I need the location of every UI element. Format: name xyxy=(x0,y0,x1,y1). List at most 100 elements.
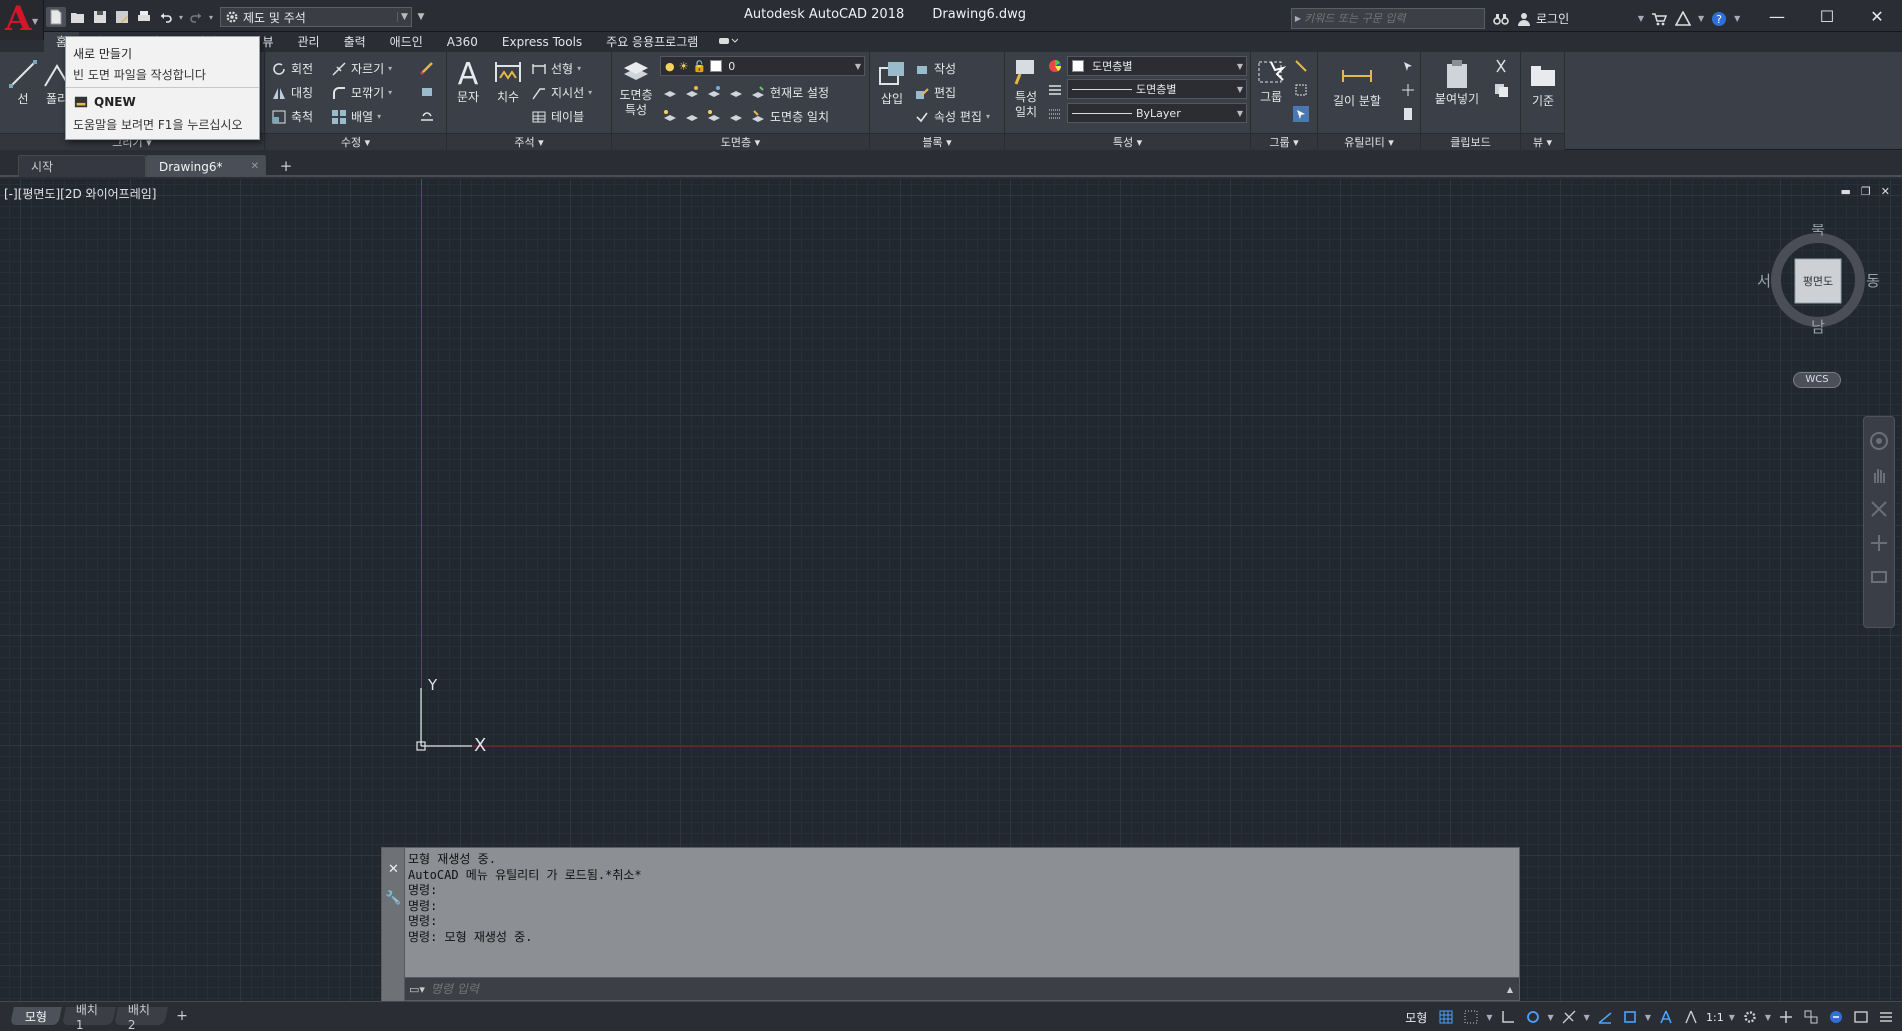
orbit-icon[interactable] xyxy=(1869,533,1889,553)
layer-tool-7[interactable] xyxy=(706,108,722,124)
layout-tab-layout2[interactable]: 배치2 xyxy=(114,1003,168,1031)
store-button[interactable] xyxy=(1650,10,1668,28)
viewport-minimize-button[interactable]: ▬ xyxy=(1841,185,1851,198)
steering-wheel-icon[interactable] xyxy=(1869,431,1889,451)
viewport-controls[interactable]: [-][평면도][2D 와이어프레임] xyxy=(4,185,156,202)
measure-button[interactable]: 길이 분할 xyxy=(1322,60,1392,109)
paste-button[interactable]: 붙여넣기 xyxy=(1429,58,1485,107)
pan-hand-icon[interactable] xyxy=(1869,465,1889,485)
clean-screen-button[interactable] xyxy=(1851,1007,1871,1027)
layer-tool-5[interactable] xyxy=(662,108,678,124)
grid-button[interactable] xyxy=(1436,1007,1456,1027)
rotate-button[interactable]: 회전 xyxy=(271,60,313,77)
application-menu-button[interactable]: A ▼ xyxy=(0,0,44,40)
ortho-button[interactable] xyxy=(1498,1007,1518,1027)
layer-tool-2[interactable] xyxy=(684,84,700,100)
tab-drawing6[interactable]: Drawing6* ✕ xyxy=(146,155,266,177)
leader-button[interactable]: 지시선 ▾ xyxy=(531,84,592,101)
login-button[interactable]: 로그인 ▼ xyxy=(1516,10,1644,27)
isodraft-button[interactable] xyxy=(1559,1007,1579,1027)
panel-label-modify[interactable]: 수정 ▾ xyxy=(265,133,446,150)
object-snap-button[interactable] xyxy=(1620,1007,1640,1027)
layout-tab-layout1[interactable]: 배치1 xyxy=(62,1003,116,1031)
chevron-down-icon[interactable]: ▼ xyxy=(1765,1013,1771,1022)
tab-featured-apps[interactable]: 주요 응용프로그램 xyxy=(594,32,710,52)
ribbon-minimize-button[interactable] xyxy=(710,32,746,52)
save-as-button[interactable] xyxy=(112,7,132,27)
text-button[interactable]: A 문자 xyxy=(451,56,485,105)
showmotion-icon[interactable] xyxy=(1869,567,1889,587)
layer-tool-8[interactable] xyxy=(728,108,744,124)
lineweight-dropdown[interactable]: ByLayer ▼ xyxy=(1067,103,1247,123)
chevron-down-icon[interactable]: ▼ xyxy=(1734,14,1740,23)
panel-label-clipboard[interactable]: 클립보드 xyxy=(1421,133,1520,150)
layer-dropdown[interactable]: ● ☀ 🔓 0 ▼ xyxy=(660,56,865,76)
make-current-button[interactable]: 현재로 설정 xyxy=(750,84,829,101)
group-button[interactable]: 그룹 xyxy=(1255,56,1287,105)
polar-button[interactable] xyxy=(1523,1007,1543,1027)
compass-east[interactable]: 동 xyxy=(1866,272,1880,290)
trim-button[interactable]: 자르기 ▾ xyxy=(331,60,392,77)
layer-tool-6[interactable] xyxy=(684,108,700,124)
wrench-icon[interactable]: 🔧 xyxy=(382,891,405,906)
binoculars-button[interactable] xyxy=(1492,10,1510,28)
customize-qat-button[interactable]: ▼ xyxy=(414,7,428,27)
command-input[interactable] xyxy=(430,982,1431,996)
cut-button[interactable] xyxy=(1493,58,1509,74)
help-button[interactable]: ? xyxy=(1710,10,1728,28)
table-button[interactable]: 테이블 xyxy=(531,108,584,125)
isolate-objects-button[interactable] xyxy=(1826,1007,1846,1027)
annotation-monitor-button[interactable] xyxy=(1776,1007,1796,1027)
edit-block-button[interactable]: 편집 xyxy=(914,84,956,101)
wcs-menu[interactable]: WCS xyxy=(1793,372,1841,388)
line-button[interactable]: 선 xyxy=(6,58,40,107)
panel-label-properties[interactable]: 특성 ▾ xyxy=(1005,133,1250,150)
a360-button[interactable] xyxy=(1674,10,1692,28)
close-icon[interactable]: ✕ xyxy=(251,161,259,172)
create-block-button[interactable]: 작성 xyxy=(914,60,956,77)
panel-label-view[interactable]: 뷰 ▾ xyxy=(1521,133,1564,150)
compass-north[interactable]: 북 xyxy=(1811,224,1825,238)
layer-tool-3[interactable] xyxy=(706,84,722,100)
mirror-button[interactable]: 대칭 xyxy=(271,84,313,101)
annotation-visibility-button[interactable] xyxy=(1656,1007,1676,1027)
new-layout-button[interactable]: + xyxy=(173,1007,191,1025)
workspace-switcher[interactable]: 제도 및 주석 ▼ xyxy=(220,7,412,27)
copy-button[interactable] xyxy=(1493,82,1509,98)
panel-label-annotation[interactable]: 주석 ▾ xyxy=(447,133,611,150)
open-button[interactable] xyxy=(68,7,88,27)
redo-button[interactable] xyxy=(186,7,206,27)
new-tab-button[interactable]: + xyxy=(277,157,295,175)
insert-button[interactable]: 삽입 xyxy=(874,58,910,107)
chevron-down-icon[interactable]: ▼ xyxy=(1584,1013,1590,1022)
command-prompt-icon[interactable]: ▭▾ xyxy=(409,983,425,996)
close-button[interactable]: ✕ xyxy=(1852,0,1902,32)
chevron-down-icon[interactable]: ▼ xyxy=(1729,1013,1735,1022)
workspace-settings-button[interactable] xyxy=(1740,1007,1760,1027)
tab-addins[interactable]: 애드인 xyxy=(378,32,435,52)
quick-select-button[interactable] xyxy=(1400,58,1416,74)
ungroup-button[interactable] xyxy=(1293,58,1309,74)
tab-a360[interactable]: A360 xyxy=(435,32,490,52)
match-properties-button[interactable]: 특성 일치 xyxy=(1009,56,1043,120)
save-button[interactable] xyxy=(90,7,110,27)
viewport-close-button[interactable]: ✕ xyxy=(1881,185,1890,198)
search-input[interactable] xyxy=(1304,12,1474,25)
tab-manage[interactable]: 관리 xyxy=(285,32,331,52)
lineweight-icon-button[interactable] xyxy=(1047,106,1063,122)
viewport-restore-button[interactable]: ❐ xyxy=(1861,185,1871,198)
tab-start[interactable]: 시작 xyxy=(18,155,146,177)
zoom-extents-icon[interactable] xyxy=(1869,499,1889,519)
panel-label-groups[interactable]: 그룹 ▾ xyxy=(1251,133,1317,150)
chevron-up-icon[interactable]: ▲ xyxy=(1507,985,1513,994)
layer-properties-button[interactable]: 도면층 특성 xyxy=(616,54,656,118)
color-dropdown[interactable]: 도면층별 ▼ xyxy=(1067,56,1247,76)
color-wheel-button[interactable] xyxy=(1047,58,1063,74)
snap-button[interactable] xyxy=(1461,1007,1481,1027)
maximize-button[interactable]: ☐ xyxy=(1802,0,1852,32)
panel-label-block[interactable]: 블록 ▾ xyxy=(870,133,1004,150)
object-snap-tracking-button[interactable] xyxy=(1595,1007,1615,1027)
undo-button[interactable] xyxy=(156,7,176,27)
array-button[interactable]: 배열 ▾ xyxy=(331,108,381,125)
compass-south[interactable]: 남 xyxy=(1811,318,1825,334)
